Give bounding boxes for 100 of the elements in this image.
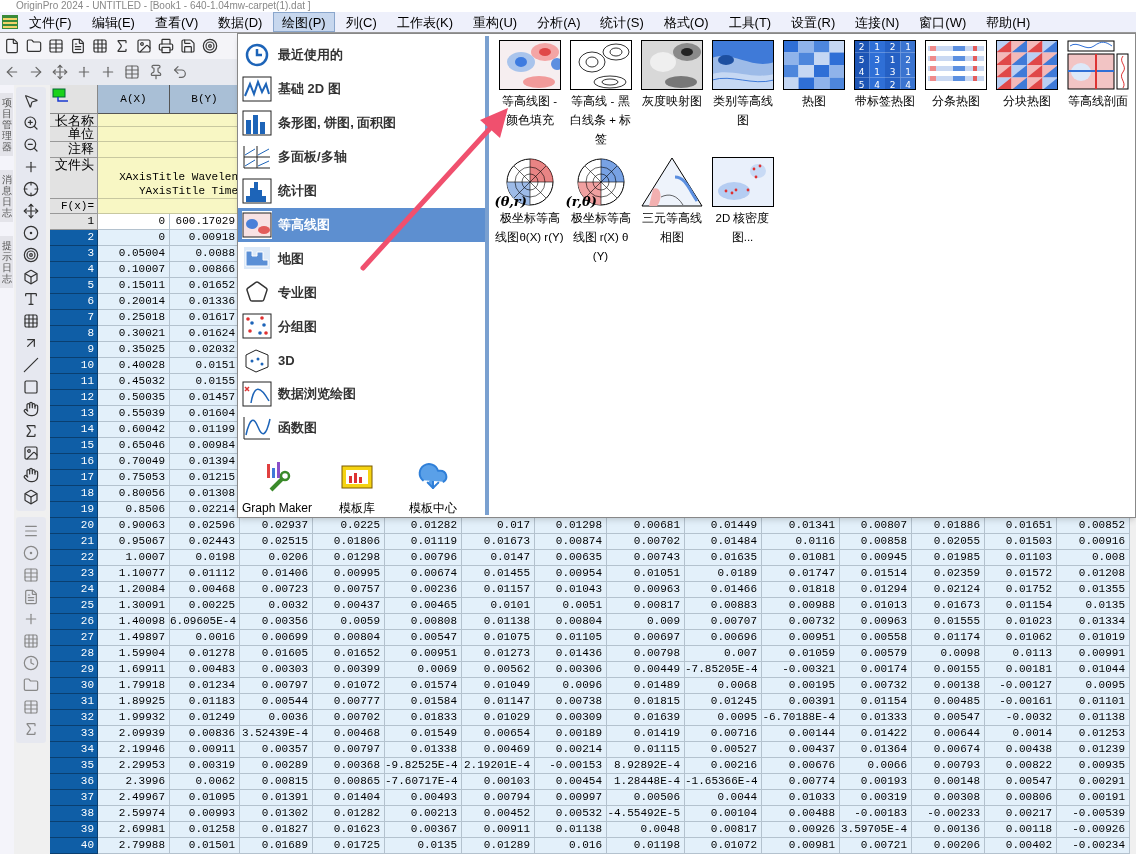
- menu-item[interactable]: 编辑(E): [82, 12, 144, 32]
- row-header[interactable]: 13: [50, 406, 98, 422]
- toolbar-icon[interactable]: [114, 38, 130, 54]
- category-item[interactable]: 统计图: [238, 173, 485, 208]
- tool-icon[interactable]: [23, 93, 39, 109]
- tool-icon[interactable]: [23, 357, 39, 373]
- row-header[interactable]: 38: [50, 806, 98, 822]
- row-header[interactable]: 4: [50, 262, 98, 278]
- toolbar-icon[interactable]: [158, 38, 174, 54]
- menu-item[interactable]: 统计(S): [591, 12, 653, 32]
- menu-item[interactable]: 查看(V): [145, 12, 208, 32]
- column-header[interactable]: B(Y): [170, 85, 240, 114]
- toolbar-icon[interactable]: [92, 38, 108, 54]
- menu-item[interactable]: 分析(A): [528, 12, 590, 32]
- toolbar-icon[interactable]: [48, 38, 64, 54]
- tool-icon[interactable]: [23, 181, 39, 197]
- tool-icon[interactable]: [23, 489, 39, 505]
- menu-item[interactable]: 列(C): [336, 12, 386, 32]
- chart-type-option[interactable]: 分块热图: [991, 40, 1062, 149]
- category-item[interactable]: 分组图: [238, 309, 485, 344]
- menu-item[interactable]: 连接(N): [846, 12, 909, 32]
- category-item[interactable]: 最近使用的: [238, 38, 485, 72]
- row-header[interactable]: 22: [50, 550, 98, 566]
- row-header[interactable]: 19: [50, 502, 98, 518]
- category-item[interactable]: 3D: [238, 343, 485, 378]
- menu-item[interactable]: 绘图(P): [273, 12, 335, 32]
- row-header[interactable]: 39: [50, 822, 98, 838]
- tool-icon[interactable]: [23, 269, 39, 285]
- toolbar-icon[interactable]: [202, 38, 218, 54]
- category-item[interactable]: 专业图: [238, 275, 485, 310]
- tool-icon[interactable]: [23, 137, 39, 153]
- category-item[interactable]: 数据浏览绘图: [238, 377, 485, 412]
- chart-type-option[interactable]: (θ,r) 极坐标等高线图θ(X) r(Y): [494, 157, 565, 266]
- tool-icon[interactable]: [23, 467, 39, 483]
- row-header[interactable]: 5: [50, 278, 98, 294]
- tool-icon[interactable]: [23, 291, 39, 307]
- toolbar-icon[interactable]: [26, 38, 42, 54]
- row-header[interactable]: 7: [50, 310, 98, 326]
- category-item[interactable]: 函数图: [238, 411, 485, 446]
- row-header[interactable]: 26: [50, 614, 98, 630]
- chart-type-option[interactable]: 等高线图 - 颜色填充: [494, 40, 565, 149]
- row-header[interactable]: 15: [50, 438, 98, 454]
- tool-icon[interactable]: [23, 225, 39, 241]
- row-header[interactable]: 36: [50, 774, 98, 790]
- menu-item[interactable]: 工作表(K): [387, 12, 463, 32]
- row-header[interactable]: 31: [50, 694, 98, 710]
- row-header[interactable]: 23: [50, 566, 98, 582]
- category-item[interactable]: 条形图, 饼图, 面积图: [238, 105, 485, 140]
- row-header[interactable]: 40: [50, 838, 98, 854]
- tool-icon[interactable]: [23, 247, 39, 263]
- row-header[interactable]: 35: [50, 758, 98, 774]
- chart-type-option[interactable]: 热图: [778, 40, 849, 149]
- row-header[interactable]: 11: [50, 374, 98, 390]
- side-tab[interactable]: 提示日志: [0, 236, 13, 288]
- row-header[interactable]: 14: [50, 422, 98, 438]
- chart-type-option[interactable]: 三元等高线相图: [636, 157, 707, 266]
- row-header[interactable]: 21: [50, 534, 98, 550]
- toolbar-icon[interactable]: [180, 38, 196, 54]
- row-header[interactable]: 33: [50, 726, 98, 742]
- tool-icon[interactable]: [23, 159, 39, 175]
- row-header[interactable]: 30: [50, 678, 98, 694]
- tool-icon[interactable]: [23, 445, 39, 461]
- tool-icon[interactable]: [23, 401, 39, 417]
- chart-type-option[interactable]: 2D 核密度图...: [707, 157, 778, 266]
- row-header[interactable]: 18: [50, 486, 98, 502]
- tool-icon[interactable]: [23, 423, 39, 439]
- label-cell[interactable]: XAxisTitle Wavelen YAxisTitle Time: [98, 157, 240, 199]
- tool-icon[interactable]: [23, 203, 39, 219]
- row-header[interactable]: 3: [50, 246, 98, 262]
- row-header[interactable]: 17: [50, 470, 98, 486]
- toolbar-icon[interactable]: [70, 38, 86, 54]
- row-header[interactable]: 34: [50, 742, 98, 758]
- menu-item[interactable]: 工具(T): [719, 12, 781, 32]
- column-header[interactable]: A(X): [98, 85, 170, 114]
- toolbar-icon[interactable]: [136, 38, 152, 54]
- row-header[interactable]: 12: [50, 390, 98, 406]
- chart-type-option[interactable]: 分条热图: [920, 40, 991, 149]
- menu-item[interactable]: 文件(F): [20, 12, 81, 32]
- menu-item[interactable]: 格式(O): [654, 12, 718, 32]
- row-header[interactable]: 25: [50, 598, 98, 614]
- row-header[interactable]: 9: [50, 342, 98, 358]
- category-item[interactable]: 地图: [238, 241, 485, 276]
- tool-launcher[interactable]: 模板中心: [402, 459, 465, 518]
- row-header[interactable]: 16: [50, 454, 98, 470]
- menu-item[interactable]: 窗口(W): [910, 12, 976, 32]
- toolbar-icon[interactable]: [4, 38, 20, 54]
- row-header[interactable]: 1: [50, 214, 98, 230]
- row-header[interactable]: 8: [50, 326, 98, 342]
- chart-type-option[interactable]: 等高线剖面: [1062, 40, 1133, 149]
- menu-item[interactable]: 数据(D): [209, 12, 272, 32]
- chart-type-option[interactable]: 类别等高线图: [707, 40, 778, 149]
- row-header[interactable]: 2: [50, 230, 98, 246]
- tool-launcher[interactable]: 模板库: [326, 459, 389, 518]
- tool-icon[interactable]: [23, 115, 39, 131]
- row-header[interactable]: 6: [50, 294, 98, 310]
- row-header[interactable]: 37: [50, 790, 98, 806]
- tool-launcher[interactable]: Graph Maker: [242, 459, 313, 518]
- category-item[interactable]: 多面板/多轴: [238, 139, 485, 174]
- side-tab[interactable]: 项目管理器: [0, 93, 13, 156]
- menu-item[interactable]: 重构(U): [464, 12, 527, 32]
